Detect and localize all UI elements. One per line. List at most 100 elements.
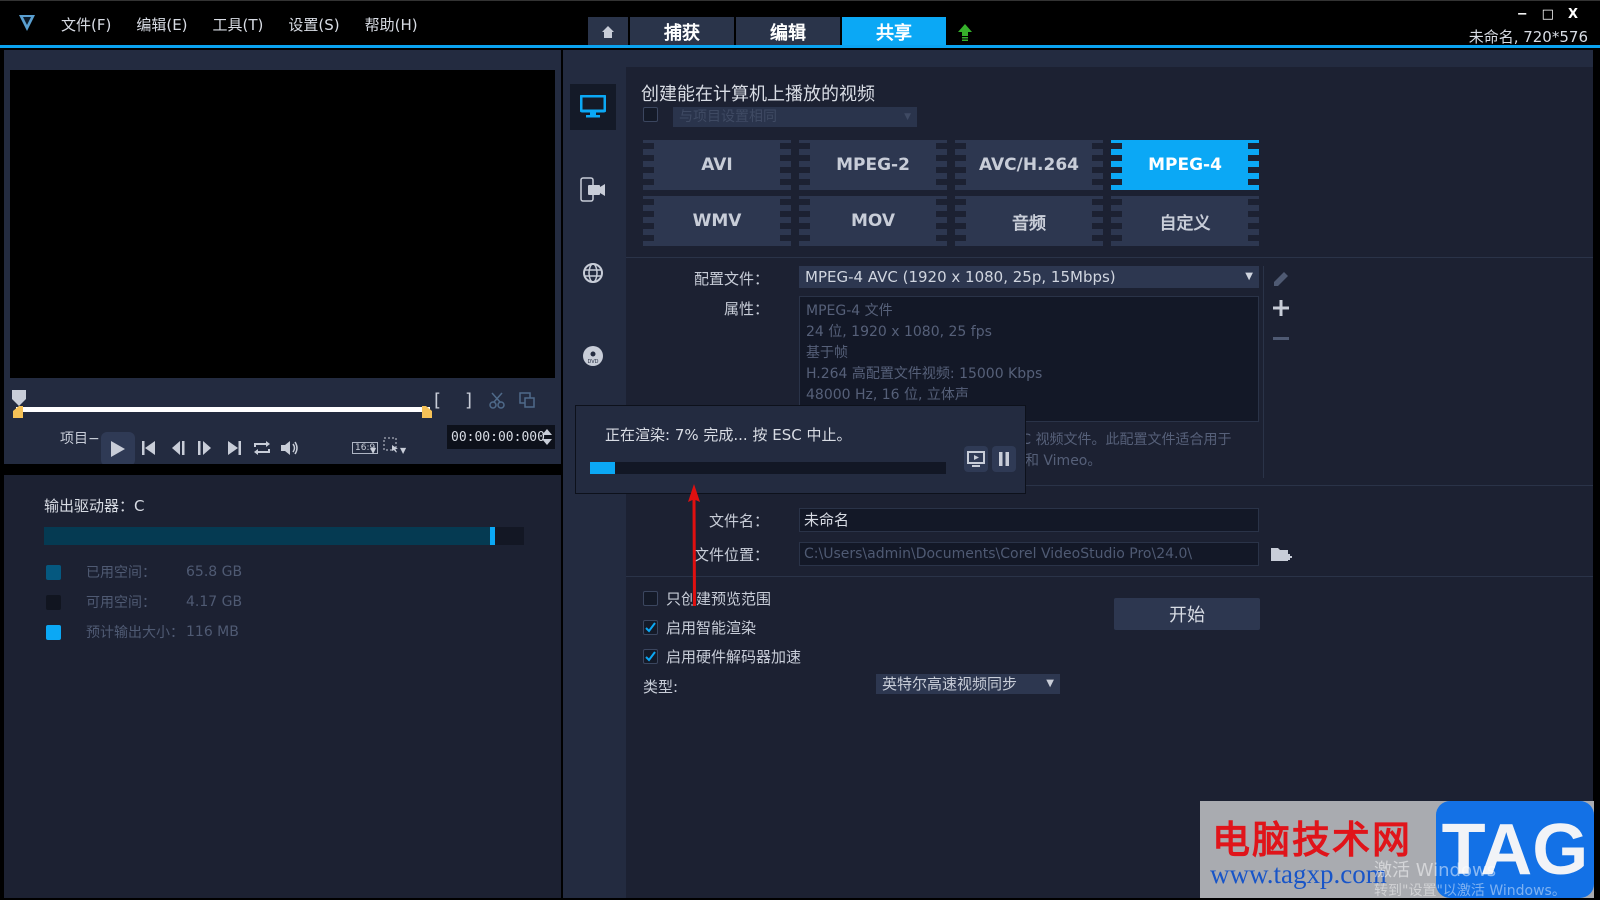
trim-start-handle[interactable] [13, 406, 23, 418]
trim-end-handle[interactable] [422, 406, 432, 418]
mark-out-button[interactable]: ] [465, 390, 472, 411]
disc-category[interactable]: DVD [570, 333, 616, 379]
format-mpeg2[interactable]: MPEG-2 [799, 140, 947, 190]
free-space-label: 可用空间： [86, 595, 156, 611]
display-mode-dropdown-icon[interactable]: ▼ [400, 446, 406, 455]
format-custom[interactable]: 自定义 [1111, 196, 1259, 246]
property-line: MPEG-4 文件 [806, 303, 893, 319]
menu-settings[interactable]: 设置(S) [288, 14, 339, 35]
copy-clip-icon[interactable] [517, 390, 537, 410]
scrubber-handle[interactable] [12, 390, 26, 406]
chevron-down-icon: ▼ [904, 112, 911, 122]
same-as-project-checkbox[interactable] [643, 107, 658, 122]
format-wmv[interactable]: WMV [643, 196, 791, 246]
menu-tools[interactable]: 工具(T) [213, 14, 264, 35]
project-info: 未命名, 720*576 [1468, 28, 1588, 46]
format-mov[interactable]: MOV [799, 196, 947, 246]
divider [626, 257, 1593, 258]
timecode-stepper[interactable] [542, 428, 552, 446]
format-audio[interactable]: 音频 [955, 196, 1103, 246]
trim-bar[interactable] [16, 407, 430, 412]
property-line: H.264 高配置文件视频: 15000 Kbps [806, 366, 1043, 382]
menu-edit[interactable]: 编辑(E) [136, 14, 187, 35]
aspect-dropdown-icon[interactable]: ▼ [370, 446, 376, 455]
output-drive-label: 输出驱动器：C [44, 497, 145, 515]
play-icon [111, 441, 125, 457]
legend-estimated: 预计输出大小： 116 MB [46, 622, 239, 642]
globe-icon [583, 263, 603, 283]
option-hw-decoder[interactable]: 启用硬件解码器加速 [643, 646, 801, 667]
section-title: 创建能在计算机上播放的视频 [641, 84, 875, 105]
tab-capture[interactable]: 捕获 [630, 17, 734, 46]
plus-icon [1273, 300, 1289, 316]
hw-decoder-checkbox[interactable] [643, 649, 658, 664]
property-line: 24 位, 1920 x 1080, 25 fps [806, 324, 992, 340]
web-category[interactable] [570, 250, 616, 296]
type-select[interactable]: 英特尔高速视频同步 ▼ [876, 674, 1060, 694]
remove-profile-button[interactable] [1271, 328, 1291, 348]
device-category[interactable] [570, 167, 616, 213]
play-button[interactable] [101, 432, 135, 466]
same-as-project-label: 与项目设置相同 [679, 109, 777, 125]
activate-windows-text: 激活 Windows [1374, 860, 1497, 881]
display-mode-button[interactable] [382, 436, 402, 454]
file-location-input[interactable]: C:\Users\admin\Documents\Corel VideoStud… [799, 542, 1259, 566]
go-to-end-button[interactable] [225, 439, 243, 457]
timecode-input[interactable]: 00:00:00:000 [447, 425, 555, 449]
preview-range-checkbox[interactable] [643, 591, 658, 606]
go-to-start-button[interactable] [140, 439, 158, 457]
preview-screen[interactable] [10, 70, 555, 378]
chevron-down-icon: ▼ [1245, 271, 1253, 282]
estimated-size-label: 预计输出大小： [86, 625, 184, 641]
add-profile-button[interactable] [1271, 298, 1291, 318]
drive-estimate-marker [490, 527, 496, 545]
preview-toggle-button[interactable] [964, 446, 988, 472]
menu-file[interactable]: 文件(F) [61, 14, 111, 35]
repeat-button[interactable] [252, 439, 272, 457]
volume-button[interactable] [280, 439, 300, 457]
menu-bar: 文件(F) 编辑(E) 工具(T) 设置(S) 帮助(H) [61, 14, 443, 35]
computer-category[interactable] [570, 84, 616, 130]
property-line: 基于帧 [806, 345, 848, 361]
project-mode-label[interactable]: 项目− [60, 428, 100, 448]
option-preview-range[interactable]: 只创建预览范围 [643, 588, 771, 609]
folder-icon [1271, 548, 1292, 561]
free-space-swatch [46, 594, 61, 610]
menu-help[interactable]: 帮助(H) [365, 14, 418, 35]
filename-input[interactable]: 未命名 [799, 508, 1259, 532]
tab-edit[interactable]: 编辑 [736, 17, 840, 46]
next-frame-button[interactable] [195, 439, 213, 457]
mark-in-button[interactable]: [ [434, 390, 441, 411]
smart-render-label: 启用智能渲染 [666, 619, 757, 637]
panel-header [626, 50, 1593, 67]
upload-icon[interactable] [954, 17, 976, 46]
edit-profile-button[interactable] [1271, 269, 1291, 289]
properties-box: MPEG-4 文件 24 位, 1920 x 1080, 25 fps 基于帧 … [799, 296, 1259, 422]
format-avi[interactable]: AVI [643, 140, 791, 190]
filename-label: 文件名： [708, 512, 769, 530]
maximize-button[interactable]: □ [1542, 7, 1554, 22]
app-logo-icon [19, 15, 35, 31]
watermark-url: www.tagxp.com [1210, 859, 1387, 889]
scissors-icon[interactable] [487, 390, 507, 410]
start-button[interactable]: 开始 [1114, 598, 1260, 630]
format-mpeg4[interactable]: MPEG-4 [1111, 140, 1259, 190]
close-button[interactable]: X [1568, 7, 1578, 22]
monitor-icon [580, 95, 606, 118]
pause-icon [999, 452, 1009, 466]
browse-folder-button[interactable] [1269, 544, 1293, 564]
minimize-button[interactable]: − [1517, 7, 1528, 22]
previous-frame-button[interactable] [170, 439, 188, 457]
format-avc-h264[interactable]: AVC/H.264 [955, 140, 1103, 190]
pause-button[interactable] [992, 446, 1016, 472]
estimated-size-swatch [46, 624, 61, 640]
type-label-text: 类型: [643, 678, 679, 696]
legend-free: 可用空间： 4.17 GB [46, 592, 242, 612]
profile-select[interactable]: MPEG-4 AVC (1920 x 1080, 25p, 15Mbps) ▼ [799, 266, 1259, 288]
workspace-tabs: 捕获 编辑 共享 [588, 17, 976, 46]
tab-home[interactable] [588, 17, 628, 46]
option-smart-render[interactable]: 启用智能渲染 [643, 617, 756, 638]
smart-render-checkbox[interactable] [643, 620, 658, 635]
tab-share[interactable]: 共享 [842, 17, 946, 46]
same-as-project-select: 与项目设置相同 ▼ [673, 107, 917, 127]
